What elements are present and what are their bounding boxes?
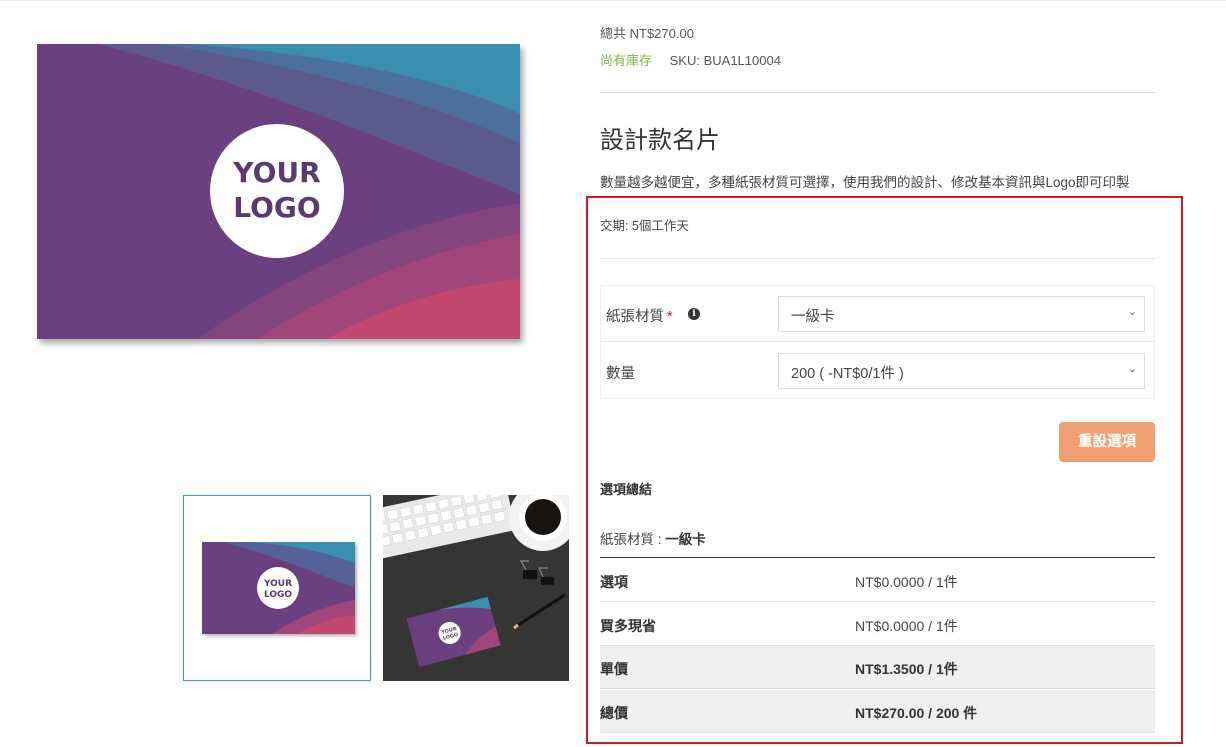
stock-status: 尚有庫存 (600, 53, 653, 68)
divider (600, 258, 1155, 259)
lead-time: 交期: 5個工作天 (600, 219, 689, 233)
summary-row-options: 選項 NT$0.0000 / 1件 (600, 559, 1155, 602)
thumbnail-card-front[interactable]: YOUR LOGO (183, 495, 371, 681)
summary-row-total: 總價 NT$270.00 / 200 件 (600, 690, 1155, 733)
required-mark: * (667, 309, 673, 325)
quantity-label: 數量 (606, 366, 635, 382)
summary-material-value: 一級卡 (665, 532, 706, 547)
paper-select[interactable]: 一級卡 ⌄ (778, 296, 1145, 332)
logo-text-line2: LOGO (233, 191, 320, 224)
reset-options-button[interactable]: 重設選項 (1059, 422, 1155, 462)
logo-text-line1: YOUR (232, 156, 320, 189)
summary-divider (600, 557, 1155, 558)
svg-text:YOUR: YOUR (263, 579, 292, 589)
product-description: 數量越多越便宜，多種紙張材質可選擇，使用我們的設計、修改基本資訊與Logo即可印… (600, 175, 1130, 190)
sku: SKU: BUA1L10004 (669, 53, 781, 68)
svg-text:LOGO: LOGO (264, 590, 292, 600)
top-divider (0, 0, 1226, 1)
chevron-down-icon: ⌄ (1127, 363, 1137, 375)
quantity-select-value: 200 ( -NT$0/1件 ) (791, 366, 904, 382)
summary-row-label: 買多現省 (600, 618, 656, 634)
option-row-paper: 紙張材質 * i 一級卡 ⌄ (601, 286, 1154, 342)
summary-row-label: 選項 (600, 574, 628, 590)
summary-row-label: 總價 (600, 705, 628, 721)
summary-row-value: NT$1.3500 / 1件 (855, 661, 958, 677)
price-total: 總共 NT$270.00 (600, 26, 694, 41)
summary-row-value: NT$0.0000 / 1件 (855, 574, 958, 590)
divider (600, 92, 1155, 93)
quantity-select[interactable]: 200 ( -NT$0/1件 ) ⌄ (778, 353, 1145, 389)
chevron-down-icon: ⌄ (1127, 306, 1137, 318)
paper-select-value: 一級卡 (791, 309, 835, 325)
thumbnail-desk-scene[interactable]: YOUR LOGO (383, 495, 569, 681)
summary-material: 紙張材質 : 一級卡 (600, 532, 706, 547)
paper-label: 紙張材質 * (606, 309, 673, 325)
option-row-quantity: 數量 200 ( -NT$0/1件 ) ⌄ (601, 343, 1154, 399)
summary-row-unit-price: 單價 NT$1.3500 / 1件 (600, 646, 1155, 689)
stock-line: 尚有庫存 SKU: BUA1L10004 (600, 50, 781, 69)
thumbnail-card-image: YOUR LOGO (202, 542, 355, 634)
summary-row-discount: 買多現省 NT$0.0000 / 1件 (600, 603, 1155, 646)
summary-title: 選項總結 (600, 482, 653, 497)
main-product-image[interactable]: YOUR LOGO (37, 44, 520, 339)
options-table: 紙張材質 * i 一級卡 ⌄ 數量 200 ( -NT$0/1件 ) ⌄ (600, 285, 1155, 399)
summary-row-value: NT$0.0000 / 1件 (855, 618, 958, 634)
info-icon[interactable]: i (688, 308, 700, 320)
summary-row-value: NT$270.00 / 200 件 (855, 705, 978, 721)
product-title: 設計款名片 (600, 127, 720, 154)
summary-row-label: 單價 (600, 661, 628, 677)
